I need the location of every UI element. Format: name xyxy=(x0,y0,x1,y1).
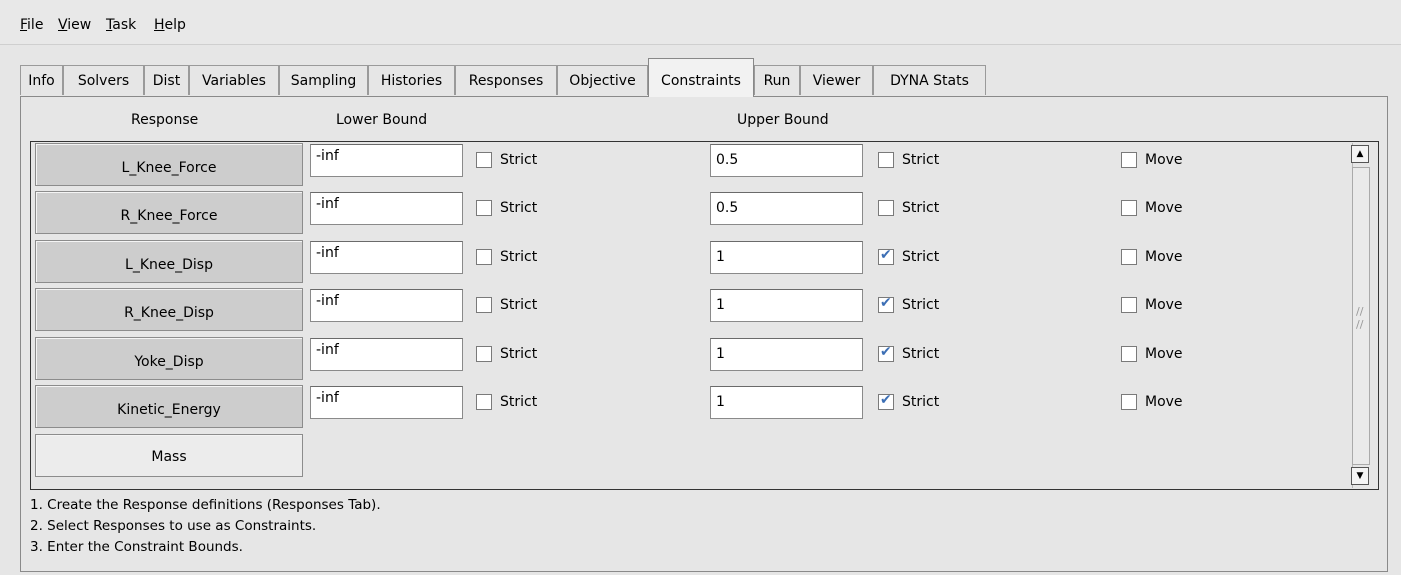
upper-bound-input[interactable]: 1 xyxy=(710,289,863,322)
checkmark-icon xyxy=(878,295,894,313)
checkbox-label: Move xyxy=(1145,297,1183,313)
checkbox-label: Strict xyxy=(902,394,940,410)
upper-bound-input[interactable]: 0.5 xyxy=(710,192,863,225)
checkbox-icon xyxy=(476,394,492,410)
tab-histories[interactable]: Histories xyxy=(368,65,455,95)
upper-strict-checkbox[interactable]: Strict xyxy=(878,200,939,216)
checkbox-label: Strict xyxy=(902,297,940,313)
checkbox-icon xyxy=(476,297,492,313)
tab-dist[interactable]: Dist xyxy=(144,65,189,95)
checkbox-label: Strict xyxy=(902,346,940,362)
checkbox-label: Move xyxy=(1145,346,1183,362)
checkbox-label: Strict xyxy=(500,152,538,168)
upper-strict-checkbox[interactable]: Strict xyxy=(878,344,940,362)
checkbox-label: Strict xyxy=(500,200,538,216)
lower-bound-input[interactable]: -inf xyxy=(310,386,463,419)
upper-bound-header: Upper Bound xyxy=(737,112,829,128)
help-step-3: 3. Enter the Constraint Bounds. xyxy=(30,539,243,555)
response-button[interactable]: Kinetic_Energy xyxy=(35,385,303,428)
response-button[interactable]: R_Knee_Disp xyxy=(35,288,303,331)
tab-variables[interactable]: Variables xyxy=(189,65,279,95)
response-button[interactable]: R_Knee_Force xyxy=(35,191,303,234)
upper-strict-checkbox[interactable]: Strict xyxy=(878,295,940,313)
response-header: Response xyxy=(131,112,199,128)
move-checkbox[interactable]: Move xyxy=(1121,346,1183,362)
upper-strict-checkbox[interactable]: Strict xyxy=(878,247,940,265)
checkbox-label: Strict xyxy=(500,297,538,313)
checkbox-icon xyxy=(1121,394,1137,410)
tab-responses[interactable]: Responses xyxy=(455,65,557,95)
tab-sampling[interactable]: Sampling xyxy=(279,65,368,95)
lower-strict-checkbox[interactable]: Strict xyxy=(476,346,537,362)
checkbox-icon xyxy=(476,346,492,362)
tab-info[interactable]: Info xyxy=(20,65,63,95)
checkbox-label: Strict xyxy=(500,346,538,362)
tab-solvers[interactable]: Solvers xyxy=(63,65,144,95)
upper-strict-checkbox[interactable]: Strict xyxy=(878,152,939,168)
move-checkbox[interactable]: Move xyxy=(1121,394,1183,410)
checkbox-icon xyxy=(878,152,894,168)
checkbox-icon xyxy=(476,200,492,216)
checkbox-label: Strict xyxy=(902,200,940,216)
tab-objective[interactable]: Objective xyxy=(557,65,648,95)
checkbox-label: Move xyxy=(1145,200,1183,216)
checkmark-icon xyxy=(878,344,894,362)
tab-dyna-stats[interactable]: DYNA Stats xyxy=(873,65,986,95)
arrow-up-icon[interactable]: ▲ xyxy=(1351,145,1369,163)
checkbox-icon xyxy=(1121,249,1137,265)
upper-bound-input[interactable]: 1 xyxy=(710,386,863,419)
lower-bound-input[interactable]: -inf xyxy=(310,192,463,225)
checkbox-label: Move xyxy=(1145,152,1183,168)
checkbox-icon xyxy=(1121,152,1137,168)
lower-strict-checkbox[interactable]: Strict xyxy=(476,297,537,313)
menu-help[interactable]: Help xyxy=(154,17,186,33)
checkbox-icon xyxy=(1121,346,1137,362)
checkbox-icon xyxy=(1121,297,1137,313)
response-button[interactable]: Yoke_Disp xyxy=(35,337,303,380)
lower-bound-input[interactable]: -inf xyxy=(310,241,463,274)
help-step-2: 2. Select Responses to use as Constraint… xyxy=(30,518,317,534)
move-checkbox[interactable]: Move xyxy=(1121,200,1183,216)
upper-strict-checkbox[interactable]: Strict xyxy=(878,392,940,410)
menu-file[interactable]: File xyxy=(20,17,43,33)
lower-bound-input[interactable]: -inf xyxy=(310,144,463,177)
help-step-1: 1. Create the Response definitions (Resp… xyxy=(30,497,381,513)
lower-bound-input[interactable]: -inf xyxy=(310,338,463,371)
lower-strict-checkbox[interactable]: Strict xyxy=(476,152,537,168)
checkbox-label: Strict xyxy=(500,394,538,410)
checkmark-icon xyxy=(878,392,894,410)
arrow-down-icon[interactable]: ▼ xyxy=(1351,467,1369,485)
checkbox-label: Strict xyxy=(902,249,940,265)
response-button-mass[interactable]: Mass xyxy=(35,434,303,477)
tab-run[interactable]: Run xyxy=(754,65,800,95)
move-checkbox[interactable]: Move xyxy=(1121,152,1183,168)
checkmark-icon xyxy=(878,247,894,265)
tab-constraints[interactable]: Constraints xyxy=(648,58,754,97)
move-checkbox[interactable]: Move xyxy=(1121,249,1183,265)
upper-bound-input[interactable]: 1 xyxy=(710,241,863,274)
menu-bar: File View Task Help xyxy=(0,0,1401,45)
menu-view[interactable]: View xyxy=(58,17,91,33)
upper-bound-input[interactable]: 0.5 xyxy=(710,144,863,177)
checkbox-label: Move xyxy=(1145,249,1183,265)
checkbox-icon xyxy=(476,152,492,168)
checkbox-icon xyxy=(1121,200,1137,216)
response-button[interactable]: L_Knee_Disp xyxy=(35,240,303,283)
checkbox-label: Strict xyxy=(902,152,940,168)
response-button[interactable]: L_Knee_Force xyxy=(35,143,303,186)
checkbox-icon xyxy=(476,249,492,265)
lower-strict-checkbox[interactable]: Strict xyxy=(476,394,537,410)
menu-task[interactable]: Task xyxy=(106,17,136,33)
checkbox-label: Move xyxy=(1145,394,1183,410)
lower-strict-checkbox[interactable]: Strict xyxy=(476,200,537,216)
grip-icon: //// xyxy=(1356,305,1364,331)
checkbox-label: Strict xyxy=(500,249,538,265)
lower-strict-checkbox[interactable]: Strict xyxy=(476,249,537,265)
tab-viewer[interactable]: Viewer xyxy=(800,65,873,95)
move-checkbox[interactable]: Move xyxy=(1121,297,1183,313)
lower-bound-header: Lower Bound xyxy=(336,112,428,128)
upper-bound-input[interactable]: 1 xyxy=(710,338,863,371)
checkbox-icon xyxy=(878,200,894,216)
lower-bound-input[interactable]: -inf xyxy=(310,289,463,322)
